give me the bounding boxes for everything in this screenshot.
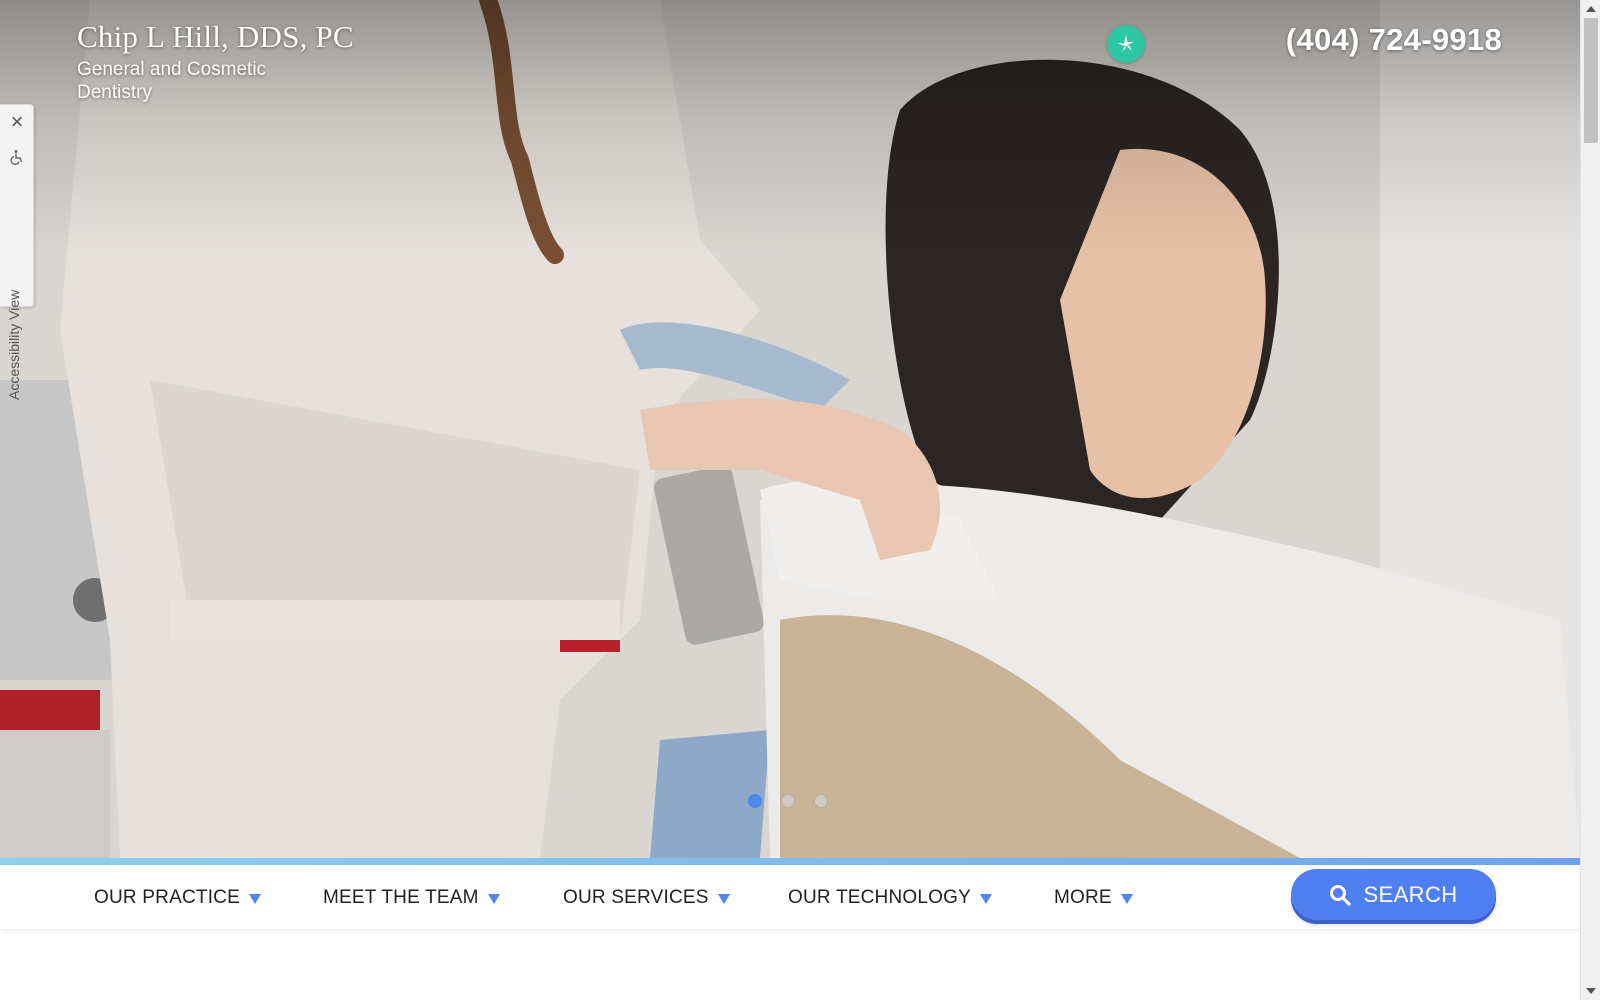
scroll-thumb[interactable]	[1584, 18, 1598, 143]
dropdown-arrow-icon	[487, 894, 500, 904]
brand[interactable]: Chip L Hill, DDS, PC General and Cosmeti…	[77, 18, 354, 104]
nav-item-our-practice[interactable]: OUR PRACTICE	[94, 887, 261, 909]
nav-item-our-services[interactable]: OUR SERVICES	[563, 887, 730, 909]
nav-accent-bar	[0, 858, 1580, 865]
phone-number[interactable]: (404) 724-9918	[1286, 22, 1502, 58]
nav-item-our-technology[interactable]: OUR TECHNOLOGY	[788, 887, 992, 909]
slider-dot-1[interactable]	[748, 794, 762, 808]
hero-image	[0, 0, 1580, 858]
page-scrollbar[interactable]	[1580, 0, 1600, 1000]
accessibility-view-label[interactable]: Accessibility View	[6, 270, 22, 400]
nav-item-label: OUR TECHNOLOGY	[788, 887, 971, 908]
nav-item-more[interactable]: MORE	[1054, 887, 1133, 909]
dropdown-arrow-icon	[979, 894, 992, 904]
site-subtitle: General and Cosmetic Dentistry	[77, 59, 267, 103]
nav-item-label: MEET THE TEAM	[323, 887, 479, 908]
close-icon[interactable]: ×	[8, 111, 26, 133]
search-icon	[1330, 884, 1352, 906]
slider-dot-2[interactable]	[781, 794, 795, 808]
nav-item-meet-the-team[interactable]: MEET THE TEAM	[323, 887, 500, 909]
accessibility-tab[interactable]: × Accessibility View	[0, 104, 34, 400]
yelp-link[interactable]	[1107, 25, 1145, 63]
nav-item-label: OUR SERVICES	[563, 887, 709, 908]
wheelchair-icon	[10, 150, 23, 165]
search-button-label: SEARCH	[1363, 881, 1458, 907]
slider-dot-3[interactable]	[814, 794, 828, 808]
search-button[interactable]: SEARCH	[1291, 869, 1496, 920]
dropdown-arrow-icon	[717, 894, 730, 904]
nav-item-label: OUR PRACTICE	[94, 887, 240, 908]
dropdown-arrow-icon	[1120, 894, 1133, 904]
page: Chip L Hill, DDS, PC General and Cosmeti…	[0, 0, 1580, 1000]
hero-slider: Chip L Hill, DDS, PC General and Cosmeti…	[0, 0, 1580, 858]
scroll-up-icon[interactable]	[1586, 6, 1596, 12]
site-title[interactable]: Chip L Hill, DDS, PC	[77, 18, 354, 56]
slider-dots	[748, 794, 828, 808]
nav-item-label: MORE	[1054, 887, 1112, 908]
scroll-down-icon[interactable]	[1586, 988, 1596, 994]
dropdown-arrow-icon	[248, 894, 261, 904]
yelp-icon	[1118, 35, 1134, 52]
